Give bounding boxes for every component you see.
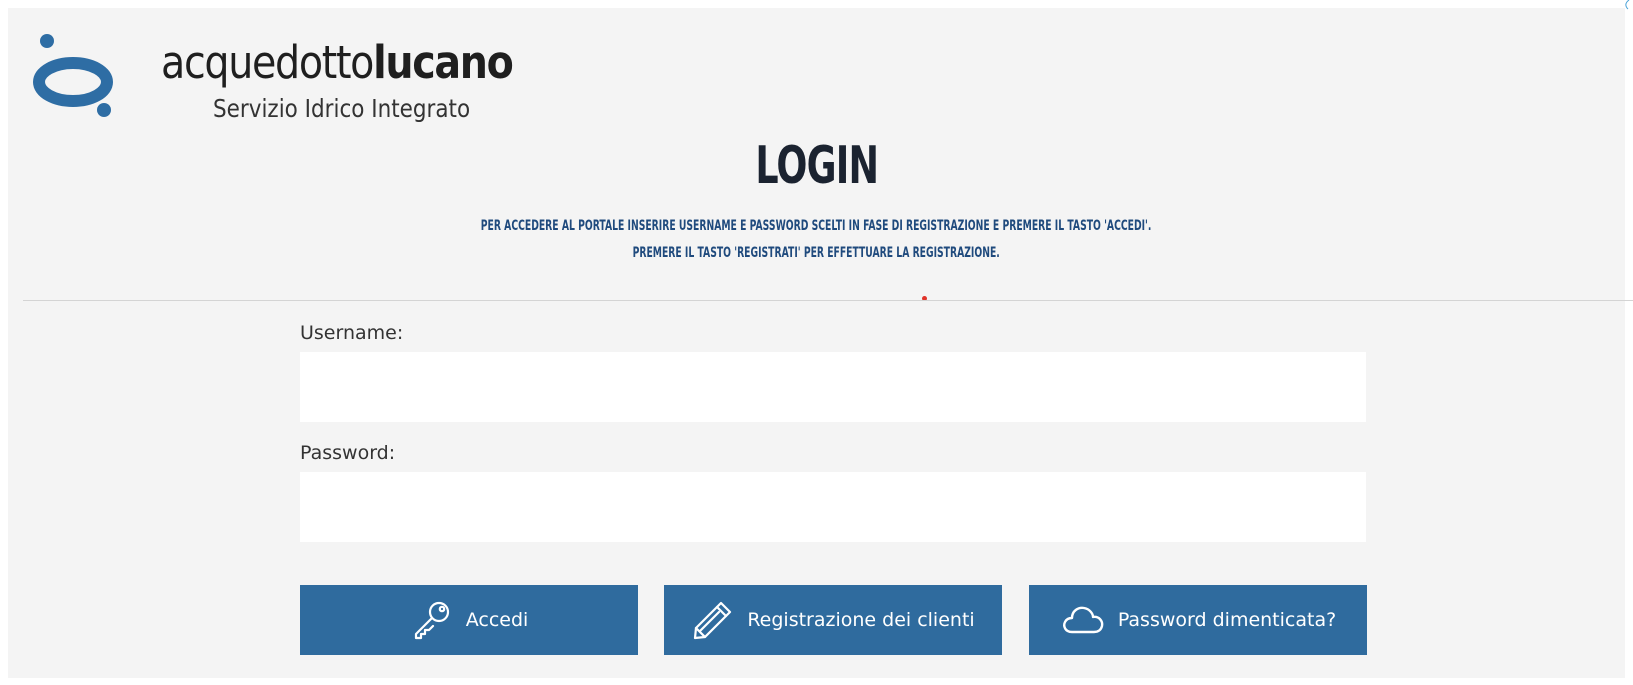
page-title: LOGIN <box>755 136 879 196</box>
key-icon <box>410 600 454 640</box>
password-label: Password: <box>300 442 396 464</box>
cloud-icon <box>1060 602 1106 638</box>
login-panel: acquedottolucano Servizio Idrico Integra… <box>8 8 1625 678</box>
username-label: Username: <box>300 322 404 344</box>
login-button-label: Accedi <box>465 609 529 631</box>
pencil-icon <box>691 600 735 640</box>
divider <box>23 300 1633 301</box>
logo-symbol-icon <box>33 34 113 117</box>
login-button[interactable]: Accedi <box>300 585 638 655</box>
username-input[interactable] <box>300 352 1366 422</box>
logo: acquedottolucano Servizio Idrico Integra… <box>33 30 514 130</box>
register-button[interactable]: Registrazione dei clienti <box>664 585 1002 655</box>
brand-name: acquedottolucano <box>161 36 514 89</box>
brand-tagline: Servizio Idrico Integrato <box>213 94 471 123</box>
instructions-line-1: PER ACCEDERE AL PORTALE INSERIRE USERNAM… <box>481 218 1152 234</box>
register-button-label: Registrazione dei clienti <box>747 609 975 631</box>
instructions-line-2: PREMERE IL TASTO 'REGISTRATI' PER EFFETT… <box>632 245 1001 261</box>
forgot-password-button[interactable]: Password dimenticata? <box>1029 585 1367 655</box>
forgot-password-button-label: Password dimenticata? <box>1117 609 1337 631</box>
corner-curve-icon <box>1625 0 1630 10</box>
password-input[interactable] <box>300 472 1366 542</box>
